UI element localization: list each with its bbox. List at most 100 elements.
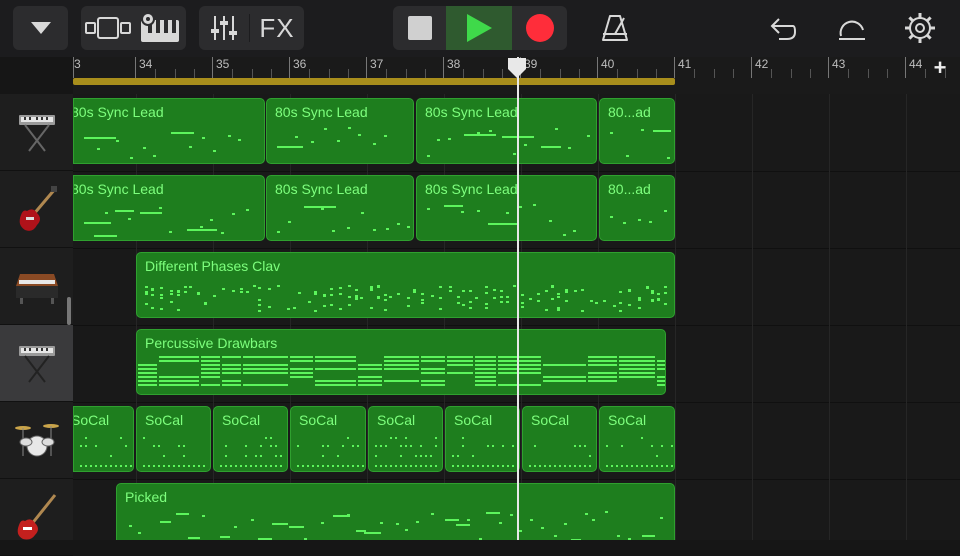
midi-note <box>173 465 175 467</box>
fx-button[interactable]: FX <box>250 6 304 50</box>
midi-note <box>268 288 271 290</box>
midi-note <box>651 445 653 447</box>
cycle-region[interactable] <box>73 78 675 85</box>
midi-note <box>183 455 185 457</box>
midi-note <box>628 290 631 292</box>
midi-note <box>110 465 112 467</box>
midi-note <box>389 296 392 298</box>
smart-controls-button[interactable] <box>135 6 186 50</box>
track-header-clav[interactable] <box>0 248 73 325</box>
settings-button[interactable] <box>899 6 941 50</box>
midi-note <box>245 465 247 467</box>
midi-note <box>145 291 148 293</box>
midi-note <box>225 465 227 467</box>
tracks-view-button[interactable] <box>81 6 135 50</box>
region[interactable]: SoCal <box>213 406 288 472</box>
midi-note <box>513 285 516 287</box>
midi-note <box>588 380 617 382</box>
midi-note <box>619 360 655 362</box>
play-button[interactable] <box>446 6 512 50</box>
midi-note <box>482 465 484 467</box>
region[interactable]: 80s Sync Lead <box>266 98 414 164</box>
ruler-beat-tick <box>944 69 946 78</box>
track-header-organ[interactable] <box>0 325 73 402</box>
region[interactable]: 80s Sync Lead <box>266 175 414 241</box>
midi-note <box>352 445 354 447</box>
ruler-bar-number: 37 <box>370 57 384 71</box>
track-header-guitar[interactable] <box>0 171 73 248</box>
region[interactable]: 80...ad <box>599 98 675 164</box>
playhead-line[interactable] <box>517 57 519 540</box>
ruler-beat-tick <box>174 69 176 78</box>
midi-note <box>384 135 387 137</box>
midi-note <box>579 465 581 467</box>
track-header-bass[interactable] <box>0 479 73 556</box>
midi-note <box>574 445 576 447</box>
region[interactable]: 80s Sync Lead <box>73 175 265 241</box>
midi-note <box>243 384 288 386</box>
region[interactable]: SoCal <box>136 406 211 472</box>
region[interactable]: 80s Sync Lead <box>416 98 597 164</box>
midi-note <box>95 465 97 467</box>
track-header-drums[interactable] <box>0 402 73 479</box>
region[interactable]: SoCal <box>599 406 675 472</box>
add-section-button[interactable]: + <box>928 55 952 80</box>
midi-note <box>469 290 472 292</box>
midi-note <box>357 465 359 467</box>
midi-note <box>667 157 670 159</box>
midi-note <box>370 307 373 309</box>
playhead-handle[interactable] <box>507 57 527 79</box>
loops-button[interactable] <box>832 6 872 50</box>
ruler-beat-tick <box>347 69 349 78</box>
region[interactable]: Picked <box>116 483 675 540</box>
midi-note <box>322 465 324 467</box>
mixer-button[interactable] <box>199 6 249 50</box>
record-button[interactable] <box>512 6 567 50</box>
metronome-button[interactable] <box>593 6 637 50</box>
midi-note <box>557 307 560 309</box>
region[interactable]: SoCal <box>445 406 520 472</box>
region[interactable]: Different Phases Clav <box>136 252 675 318</box>
midi-note <box>201 360 220 362</box>
bar-grid-line <box>752 94 753 540</box>
midi-note <box>337 455 339 457</box>
midi-note <box>588 372 617 374</box>
midi-note <box>603 300 606 302</box>
region[interactable]: SoCal <box>522 406 597 472</box>
midi-note <box>370 286 373 288</box>
region[interactable]: Percussive Drawbars <box>136 329 666 395</box>
midi-note <box>557 309 560 311</box>
track-header-synth[interactable] <box>0 94 73 171</box>
midi-note <box>188 465 190 467</box>
midi-note <box>230 465 232 467</box>
region[interactable]: SoCal <box>73 406 134 472</box>
ruler-bar-tick <box>443 57 444 78</box>
midi-note <box>183 445 185 447</box>
region[interactable]: SoCal <box>368 406 443 472</box>
midi-note <box>425 465 427 467</box>
region[interactable]: SoCal <box>290 406 366 472</box>
undo-button[interactable] <box>763 6 803 50</box>
midi-note <box>177 290 180 292</box>
midi-note <box>396 523 399 525</box>
midi-note <box>138 368 157 370</box>
browser-dropdown-button[interactable] <box>13 6 68 50</box>
midi-note <box>140 212 162 214</box>
midi-note <box>80 465 82 467</box>
stop-button[interactable] <box>393 6 446 50</box>
region[interactable]: 80...ad <box>599 175 675 241</box>
region[interactable]: 80s Sync Lead <box>416 175 597 241</box>
ruler-beat-tick <box>713 69 715 78</box>
midi-note <box>153 155 156 157</box>
track-list-scroll-indicator[interactable] <box>67 297 71 325</box>
midi-note <box>258 299 261 301</box>
midi-note <box>395 437 397 439</box>
ruler-beat-tick <box>463 69 465 78</box>
midi-note <box>619 302 622 304</box>
ruler-bar-number: 43 <box>832 57 846 71</box>
midi-note <box>657 368 665 370</box>
midi-note <box>260 455 262 457</box>
region[interactable]: 80s Sync Lead <box>73 98 265 164</box>
midi-note <box>116 140 119 142</box>
midi-note <box>581 289 584 291</box>
